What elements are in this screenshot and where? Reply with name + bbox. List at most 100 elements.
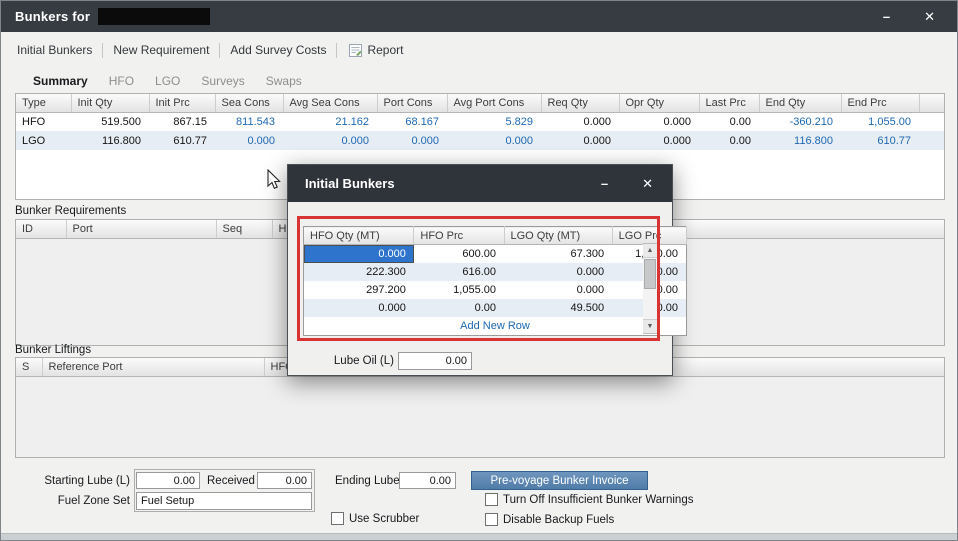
dialog-row: 0.000 0.00 49.500 0.00 <box>304 299 687 317</box>
turn-off-warnings-label: Turn Off Insufficient Bunker Warnings <box>503 494 693 506</box>
cell[interactable]: 811.543 <box>215 112 283 131</box>
cell[interactable]: 0.00 <box>699 131 759 150</box>
column-header-last-prc: Last Prc <box>699 94 759 112</box>
disable-backup-fuels-checkbox[interactable] <box>485 513 498 526</box>
toolbar-initial-bunkers[interactable]: Initial Bunkers <box>17 43 92 57</box>
dialog-controls: – ✕ <box>601 176 655 192</box>
cell[interactable]: 0.000 <box>283 131 377 150</box>
toolbar: Initial Bunkers New Requirement Add Surv… <box>1 32 957 68</box>
cell[interactable]: 49.500 <box>504 299 612 317</box>
column-header-init-prc: Init Prc <box>149 94 215 112</box>
minimize-button[interactable]: – <box>883 10 890 23</box>
tab-lgo[interactable]: LGO <box>155 74 180 88</box>
cell[interactable]: 0.000 <box>619 131 699 150</box>
column-header-hfo-prc: HFO Prc <box>414 227 504 245</box>
tab-swaps[interactable]: Swaps <box>266 74 302 88</box>
pre-voyage-bunker-invoice-button[interactable]: Pre-voyage Bunker Invoice <box>471 471 648 490</box>
disable-backup-fuels-label: Disable Backup Fuels <box>503 514 614 526</box>
cell[interactable]: 222.300 <box>304 263 414 281</box>
dialog-row: 0.000 600.00 67.300 1,060.00 <box>304 245 687 264</box>
cell[interactable]: 0.000 <box>504 281 612 299</box>
cell-selected[interactable]: 0.000 <box>304 245 414 264</box>
cell[interactable]: 67.300 <box>504 245 612 264</box>
toolbar-new-requirement[interactable]: New Requirement <box>113 43 209 57</box>
bunkers-window: Bunkers for – ✕ Initial Bunkers New Requ… <box>0 0 958 541</box>
disable-backup-fuels-checkbox-row: Disable Backup Fuels <box>485 513 614 526</box>
cell[interactable]: 0.000 <box>447 131 541 150</box>
initial-bunkers-dialog: Initial Bunkers – ✕ HFO Qty (MT) HFO Prc… <box>287 164 673 376</box>
window-controls: – ✕ <box>883 10 943 23</box>
column-header-opr-qty: Opr Qty <box>619 94 699 112</box>
close-button[interactable]: ✕ <box>924 10 935 23</box>
dialog-titlebar[interactable]: Initial Bunkers – ✕ <box>288 165 672 202</box>
column-header-lgo-qty: LGO Qty (MT) <box>504 227 612 245</box>
cell[interactable]: LGO <box>16 131 71 150</box>
cell[interactable]: 519.500 <box>71 112 149 131</box>
ending-lube-label: Ending Lube <box>335 475 400 487</box>
cell[interactable]: 0.000 <box>619 112 699 131</box>
toolbar-report-label: Report <box>367 43 403 57</box>
cell[interactable]: 116.800 <box>71 131 149 150</box>
cell[interactable]: 68.167 <box>377 112 447 131</box>
cell[interactable]: 0.00 <box>414 299 504 317</box>
dialog-minimize-button[interactable]: – <box>601 176 608 192</box>
dialog-row: 222.300 616.00 0.000 0.00 <box>304 263 687 281</box>
lube-oil-input[interactable] <box>398 352 472 370</box>
dialog-grid-scrollbar[interactable]: ▲ ▼ <box>643 243 658 334</box>
column-header-init-qty: Init Qty <box>71 94 149 112</box>
cell[interactable]: 0.000 <box>377 131 447 150</box>
ending-lube-input[interactable] <box>399 472 456 489</box>
cell[interactable]: -360.210 <box>759 112 841 131</box>
toolbar-add-survey-costs[interactable]: Add Survey Costs <box>230 43 326 57</box>
toolbar-separator <box>219 43 220 58</box>
cell[interactable]: 867.15 <box>149 112 215 131</box>
add-new-row: Add New Row <box>304 317 687 335</box>
dialog-close-button[interactable]: ✕ <box>642 176 653 192</box>
cell[interactable]: 21.162 <box>283 112 377 131</box>
toolbar-report-button[interactable]: Report <box>349 43 403 57</box>
cell[interactable]: 0.000 <box>215 131 283 150</box>
cell[interactable]: 0.000 <box>304 299 414 317</box>
scrollbar-up-arrow-icon[interactable]: ▲ <box>643 244 657 258</box>
turn-off-warnings-checkbox[interactable] <box>485 493 498 506</box>
cell[interactable]: 610.77 <box>841 131 919 150</box>
cell[interactable]: 0.00 <box>699 112 759 131</box>
selected-cell-value: 0.000 <box>304 245 414 263</box>
cell[interactable]: 0.000 <box>504 263 612 281</box>
cell[interactable]: 616.00 <box>414 263 504 281</box>
cell[interactable]: 0.000 <box>541 112 619 131</box>
dialog-title: Initial Bunkers <box>305 176 395 191</box>
tab-summary[interactable]: Summary <box>33 74 88 88</box>
window-titlebar[interactable]: Bunkers for – ✕ <box>1 1 957 32</box>
tab-hfo[interactable]: HFO <box>109 74 134 88</box>
scrollbar-down-arrow-icon[interactable]: ▼ <box>643 319 657 333</box>
cell[interactable]: HFO <box>16 112 71 131</box>
cell[interactable]: 0.000 <box>541 131 619 150</box>
starting-lube-label: Starting Lube (L) <box>15 475 130 487</box>
summary-row-hfo: HFO 519.500 867.15 811.543 21.162 68.167… <box>16 112 944 131</box>
cell[interactable]: 1,055.00 <box>841 112 919 131</box>
cell[interactable]: 1,055.00 <box>414 281 504 299</box>
received-input[interactable] <box>257 472 312 489</box>
column-header-port: Port <box>66 220 216 238</box>
cell[interactable]: 116.800 <box>759 131 841 150</box>
add-new-row-link[interactable]: Add New Row <box>304 317 687 335</box>
dialog-header-row: HFO Qty (MT) HFO Prc LGO Qty (MT) LGO Pr… <box>304 227 687 245</box>
cell[interactable]: 5.829 <box>447 112 541 131</box>
cell[interactable]: 600.00 <box>414 245 504 264</box>
starting-lube-input[interactable] <box>136 472 200 489</box>
warnings-checkbox-row: Turn Off Insufficient Bunker Warnings <box>485 493 693 506</box>
fuel-zone-input[interactable] <box>136 492 312 510</box>
cell[interactable]: 610.77 <box>149 131 215 150</box>
use-scrubber-checkbox[interactable] <box>331 512 344 525</box>
column-header-id: ID <box>16 220 66 238</box>
column-header-avg-port-cons: Avg Port Cons <box>447 94 541 112</box>
scrollbar-thumb[interactable] <box>644 259 656 289</box>
summary-header-row: Type Init Qty Init Prc Sea Cons Avg Sea … <box>16 94 944 112</box>
lube-oil-label: Lube Oil (L) <box>306 355 394 367</box>
summary-row-lgo: LGO 116.800 610.77 0.000 0.000 0.000 0.0… <box>16 131 944 150</box>
cell[interactable]: 297.200 <box>304 281 414 299</box>
tab-surveys[interactable]: Surveys <box>201 74 244 88</box>
column-header-s: S <box>16 358 42 376</box>
column-header-hfo-qty: HFO Qty (MT) <box>304 227 414 245</box>
